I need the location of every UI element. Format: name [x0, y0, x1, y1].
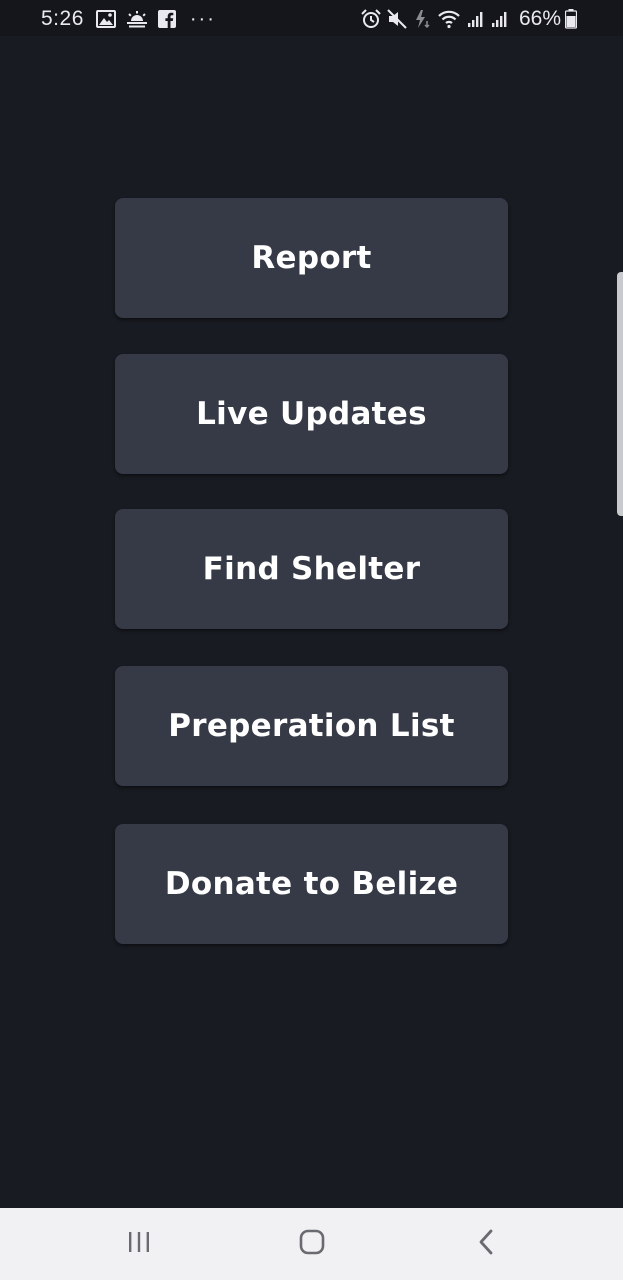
- preparation-list-button[interactable]: Preperation List: [115, 666, 508, 786]
- report-button[interactable]: Report: [115, 198, 508, 318]
- facebook-icon: [157, 10, 176, 28]
- navigation-bar: [0, 1208, 623, 1280]
- data-saver-icon: [413, 9, 431, 29]
- recent-apps-icon: [126, 1230, 152, 1258]
- wifi-icon: [437, 9, 461, 29]
- gallery-icon: [95, 10, 116, 28]
- battery-percent: 66%: [518, 7, 561, 30]
- alarm-icon: [361, 9, 381, 29]
- recent-apps-button[interactable]: [109, 1224, 169, 1264]
- status-time: 5:26: [41, 7, 84, 30]
- live-updates-button[interactable]: Live Updates: [115, 354, 508, 474]
- back-button[interactable]: [457, 1224, 517, 1264]
- donate-button[interactable]: Donate to Belize: [115, 824, 508, 944]
- back-icon: [477, 1228, 497, 1260]
- status-bar: 5:26 ··· 66%: [0, 0, 623, 36]
- mute-icon: [387, 9, 407, 29]
- status-left-group: 5:26 ···: [41, 6, 216, 32]
- status-right-group: 66%: [361, 6, 583, 32]
- edge-panel-handle[interactable]: [617, 272, 623, 516]
- signal-icon: [467, 10, 485, 28]
- home-button[interactable]: [282, 1224, 342, 1264]
- weather-icon: [126, 10, 148, 28]
- find-shelter-button[interactable]: Find Shelter: [115, 509, 508, 629]
- home-icon: [298, 1228, 326, 1260]
- more-notifications-indicator: ···: [189, 7, 216, 30]
- main-content: Report Live Updates Find Shelter Prepera…: [0, 36, 623, 1208]
- signal-icon: [491, 10, 509, 28]
- battery-icon: [565, 9, 577, 29]
